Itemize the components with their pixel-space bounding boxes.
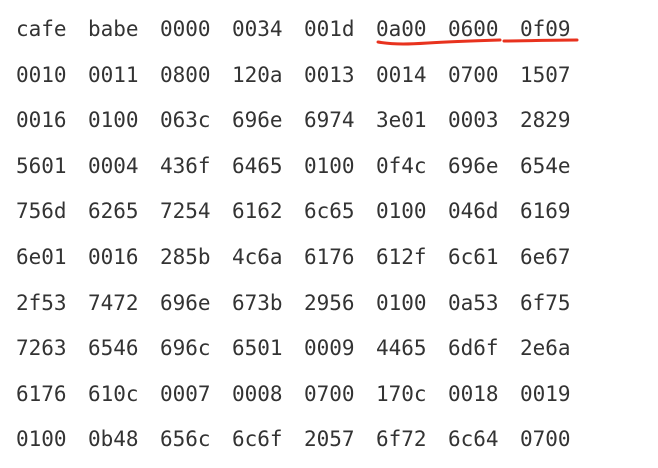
hex-word: 4465 (376, 336, 427, 361)
hex-word: 0034 (232, 17, 283, 41)
hex-word: 0003 (448, 108, 499, 133)
hex-row: cafe babe 0000 0034 001d 0a00 0600 0f09 (16, 12, 646, 58)
hex-word: 6546 (88, 336, 139, 361)
hex-word: 0014 (376, 62, 427, 87)
hex-word: 0700 (448, 62, 499, 87)
hex-word: 0004 (88, 153, 139, 178)
hex-word: 063c (160, 108, 211, 133)
hex-word: 6465 (232, 153, 283, 178)
hex-word: 6176 (304, 244, 355, 269)
hex-word: 6c64 (448, 427, 499, 452)
hex-word: 5601 (16, 153, 67, 178)
hex-word: 0019 (520, 381, 571, 406)
hex-word: 001d (304, 17, 355, 41)
hex-word: 0100 (16, 427, 67, 452)
hex-word: 120a (232, 62, 283, 87)
hex-word: 170c (376, 381, 427, 406)
hex-word: 6f75 (520, 290, 571, 315)
hex-word: 654e (520, 153, 571, 178)
hex-word: 6974 (304, 108, 355, 133)
hex-word: 3e01 (376, 108, 427, 133)
hex-row: 5601 0004 436f 6465 0100 0f4c 696e 654e (16, 149, 646, 195)
hex-word: 6d6f (448, 336, 499, 361)
hex-word: 6e01 (16, 244, 67, 269)
hex-word: 0000 (160, 17, 211, 41)
hex-row: 756d 6265 7254 6162 6c65 0100 046d 6169 (16, 194, 646, 240)
hex-word: 6f72 (376, 427, 427, 452)
hex-word: 1507 (520, 62, 571, 87)
hex-word: 2956 (304, 290, 355, 315)
hex-word: 0018 (448, 381, 499, 406)
hex-word: 0007 (160, 381, 211, 406)
hex-word: 0011 (88, 62, 139, 87)
hex-word: 612f (376, 244, 427, 269)
hex-word: 0010 (16, 62, 67, 87)
hex-word: 6c6f (232, 427, 283, 452)
hex-word: 6176 (16, 381, 67, 406)
hex-word: 696e (232, 108, 283, 133)
hex-row: 0016 0100 063c 696e 6974 3e01 0003 2829 (16, 103, 646, 149)
hex-word: 0a53 (448, 290, 499, 315)
hex-word: 6265 (88, 199, 139, 224)
hex-word: 0f4c (376, 153, 427, 178)
hex-row: 0010 0011 0800 120a 0013 0014 0700 1507 (16, 58, 646, 104)
hex-word: 0100 (376, 199, 427, 224)
hex-word: 0b48 (88, 427, 139, 452)
hex-word: 7472 (88, 290, 139, 315)
hex-word: 756d (16, 199, 67, 224)
hex-word: 696c (160, 336, 211, 361)
hex-word: 0a00 (376, 17, 427, 41)
hex-word: 0100 (376, 290, 427, 315)
hex-word: 6c65 (304, 199, 355, 224)
hex-word: 6501 (232, 336, 283, 361)
hex-word: 0009 (304, 336, 355, 361)
hex-word: 0016 (88, 244, 139, 269)
hex-word: 7263 (16, 336, 67, 361)
hex-row: 6e01 0016 285b 4c6a 6176 612f 6c61 6e67 (16, 240, 646, 286)
hex-word: 0100 (304, 153, 355, 178)
hex-word: 6c61 (448, 244, 499, 269)
hex-word: 6162 (232, 199, 283, 224)
hex-word: 0700 (304, 381, 355, 406)
hex-word: babe (88, 17, 139, 41)
hex-word: 0013 (304, 62, 355, 87)
hex-word: 673b (232, 290, 283, 315)
hex-row: 7263 6546 696c 6501 0009 4465 6d6f 2e6a (16, 331, 646, 377)
hex-word: 2e6a (520, 336, 571, 361)
hex-word: 0700 (520, 427, 571, 452)
hex-word: 436f (160, 153, 211, 178)
hex-word: 046d (448, 199, 499, 224)
hex-word: 656c (160, 427, 211, 452)
hex-word: 0100 (88, 108, 139, 133)
hex-row: 0100 0b48 656c 6c6f 2057 6f72 6c64 0700 (16, 422, 646, 468)
hex-word: 0600 (448, 17, 499, 41)
hex-word: 2f53 (16, 290, 67, 315)
hex-word: 4c6a (232, 244, 283, 269)
hex-word: 0016 (16, 108, 67, 133)
hex-word: 7254 (160, 199, 211, 224)
hex-word: 0008 (232, 381, 283, 406)
hex-word: 610c (88, 381, 139, 406)
hex-word: 0f09 (520, 17, 571, 41)
hex-word: 2057 (304, 427, 355, 452)
hex-row: 6176 610c 0007 0008 0700 170c 0018 0019 (16, 377, 646, 423)
hex-word: 696e (448, 153, 499, 178)
hex-dump-view: cafe babe 0000 0034 001d 0a00 0600 0f09 0010 0011… (16, 12, 646, 468)
hex-row: 2f53 7472 696e 673b 2956 0100 0a53 6f75 (16, 286, 646, 332)
hex-word: 285b (160, 244, 211, 269)
hex-word: 2829 (520, 108, 571, 133)
hex-word: cafe (16, 17, 67, 41)
hex-word: 0800 (160, 62, 211, 87)
hex-word: 6e67 (520, 244, 571, 269)
hex-word: 696e (160, 290, 211, 315)
hex-word: 6169 (520, 199, 571, 224)
